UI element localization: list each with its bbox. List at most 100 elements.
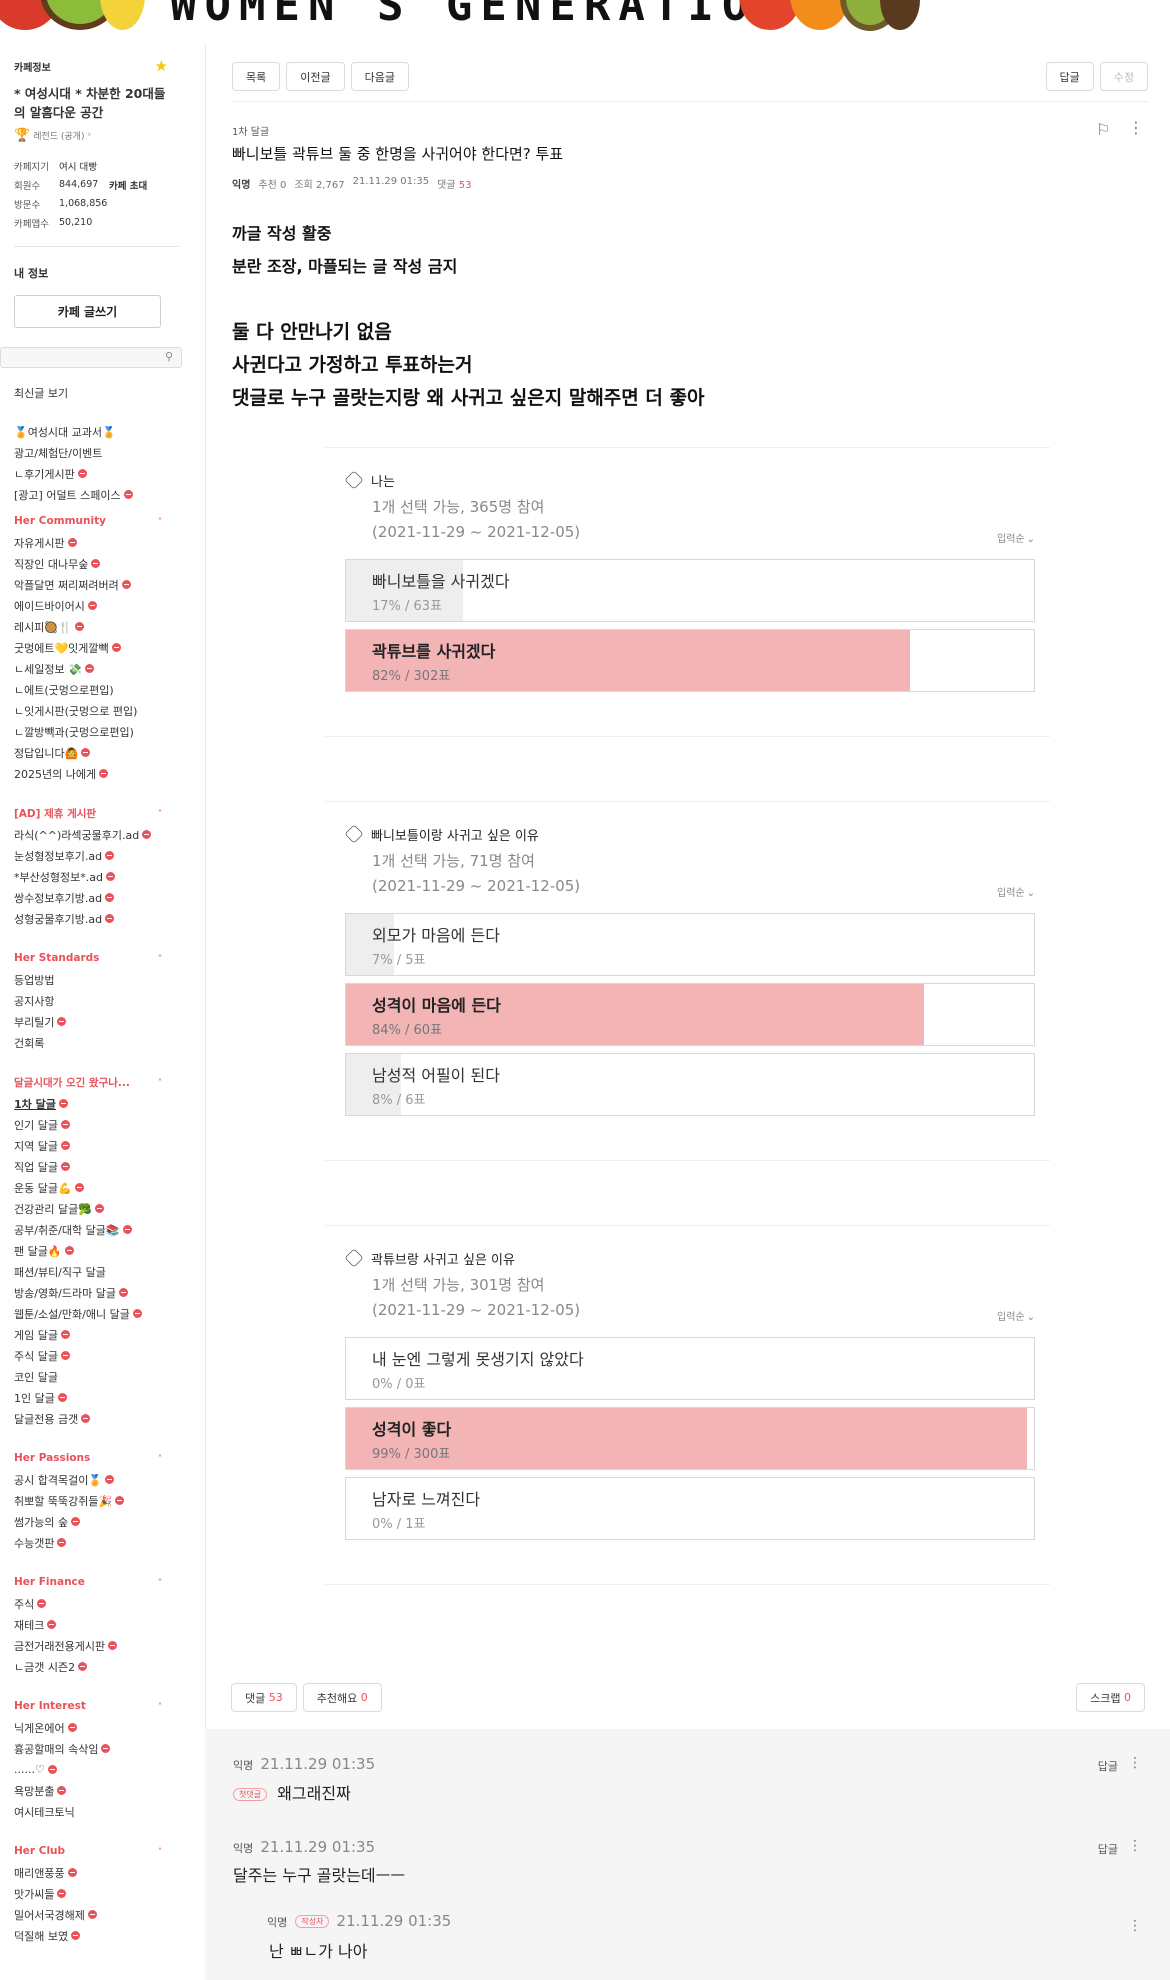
- sidebar-board-link[interactable]: 굿멍에트💛잇게깔빽: [14, 637, 192, 658]
- post-comment-count[interactable]: 댓글 53: [437, 176, 471, 191]
- sidebar-category-header[interactable]: Her Community ˄: [14, 510, 192, 532]
- reply-button[interactable]: 답글: [1045, 62, 1094, 91]
- sidebar-board-link[interactable]: 방송/영화/드라마 달글: [14, 1282, 192, 1303]
- sidebar-board-link[interactable]: 공시 합격목걸이🏅: [14, 1469, 192, 1490]
- cafe-stat-value[interactable]: 50,210: [59, 217, 109, 228]
- vote-option[interactable]: 남자로 느껴진다 0% / 1표: [345, 1477, 1035, 1540]
- cafe-grade[interactable]: 레전드 (공개): [33, 129, 84, 142]
- sidebar-board-link[interactable]: 성형궁물후기방.ad: [14, 908, 192, 929]
- sidebar-board-link[interactable]: 라식(^^)라섹궁물후기.ad: [14, 824, 192, 845]
- sidebar-board-link[interactable]: 건강관리 달글🥦: [14, 1198, 192, 1219]
- sidebar-board-link[interactable]: 쌍수정보후기방.ad: [14, 887, 192, 908]
- sidebar-category-header[interactable]: [AD] 제휴 게시판 ˄: [14, 802, 192, 824]
- more-options-icon[interactable]: ⋮: [1128, 1838, 1142, 1854]
- sidebar-board-link[interactable]: 지역 달글: [14, 1135, 192, 1156]
- collapse-caret-icon[interactable]: ˄: [158, 1454, 162, 1463]
- more-options-icon[interactable]: ⋮: [1128, 1918, 1142, 1934]
- post-board-name[interactable]: 1차 달글: [232, 123, 269, 138]
- cafe-stat-value[interactable]: 1,068,856: [59, 198, 109, 209]
- comment-author[interactable]: 익명: [233, 1842, 253, 1855]
- vote-option[interactable]: 성격이 마음에 든다 84% / 60표: [345, 983, 1035, 1046]
- sidebar-board-link[interactable]: 직장인 대나무숲: [14, 553, 192, 574]
- sidebar-board-link[interactable]: 웹툰/소설/만화/애니 달글: [14, 1303, 192, 1324]
- sidebar-board-link[interactable]: ㄴ후기게시판: [14, 463, 192, 484]
- sidebar-board-link[interactable]: 공부/취준/대학 달글📚: [14, 1219, 192, 1240]
- sidebar-board-link[interactable]: 부리틸기: [14, 1011, 192, 1032]
- vote-option[interactable]: 성격이 좋다 99% / 300표: [345, 1407, 1035, 1470]
- sidebar-board-link[interactable]: 등업방법: [14, 969, 192, 990]
- sidebar-board-link[interactable]: [광고] 어덜트 스페이스: [14, 484, 192, 505]
- sidebar-board-link[interactable]: 정답입니다🙆: [14, 742, 192, 763]
- sidebar-board-link[interactable]: 흉공할매의 속삭임: [14, 1738, 192, 1759]
- sidebar-board-link[interactable]: 악플달면 쩌리쩌려버려: [14, 574, 192, 595]
- scrap-button[interactable]: 스크랩 0: [1076, 1683, 1145, 1712]
- sidebar-category-header[interactable]: Her Interest ˄: [14, 1695, 192, 1717]
- sidebar-board-link[interactable]: 수능갯판: [14, 1532, 192, 1553]
- sidebar-board-link[interactable]: 운동 달글💪: [14, 1177, 192, 1198]
- collapse-caret-icon[interactable]: ˄: [158, 1578, 162, 1587]
- sidebar-board-link[interactable]: ......♡: [14, 1759, 192, 1780]
- sidebar-category-header[interactable]: 달글시대가 오긴 왔구나... ˄: [14, 1071, 192, 1093]
- vote-sort-dropdown[interactable]: 입력순 ⌄: [997, 884, 1035, 899]
- sidebar-board-link[interactable]: 에이드바이어시: [14, 595, 192, 616]
- list-button[interactable]: 목록: [232, 62, 281, 91]
- sidebar-board-link[interactable]: 밀어서국경해제: [14, 1904, 192, 1925]
- sidebar-board-link[interactable]: 주식 달글: [14, 1345, 192, 1366]
- edit-button[interactable]: 수정: [1099, 62, 1148, 91]
- cafe-write-button[interactable]: 카페 글쓰기: [14, 295, 161, 328]
- cafe-invite-link[interactable]: 카페 초대: [109, 178, 147, 192]
- my-info-label[interactable]: 내 정보: [14, 265, 192, 281]
- sidebar-board-link[interactable]: 취뽀할 뚝뚝강쥐들🎉: [14, 1490, 192, 1511]
- sidebar-board-link[interactable]: 매리앤풍풍: [14, 1862, 192, 1883]
- sidebar-search-input[interactable]: [1, 348, 151, 367]
- search-icon[interactable]: ⚲: [165, 350, 173, 363]
- sidebar-board-link[interactable]: 주식: [14, 1593, 192, 1614]
- sidebar-board-link[interactable]: 레시피🥘🍴: [14, 616, 192, 637]
- post-author[interactable]: 익명: [232, 176, 250, 191]
- collapse-caret-icon[interactable]: ˄: [158, 954, 162, 963]
- collapse-caret-icon[interactable]: ˄: [158, 517, 162, 526]
- sidebar-board-link[interactable]: 건회록: [14, 1032, 192, 1053]
- sidebar-board-link[interactable]: ㄴ세일정보 💸: [14, 658, 192, 679]
- recommend-button[interactable]: 추천해요 0: [302, 1683, 382, 1712]
- sidebar-board-link[interactable]: ㄴ금갯 시즌2: [14, 1656, 192, 1677]
- collapse-caret-icon[interactable]: ˄: [158, 1702, 162, 1711]
- sidebar-category-header[interactable]: Her Passions ˄: [14, 1447, 192, 1469]
- vote-sort-dropdown[interactable]: 입력순 ⌄: [997, 1308, 1035, 1323]
- sidebar-board-link[interactable]: 2025년의 나에게: [14, 763, 192, 784]
- sidebar-board-link[interactable]: 공지사항: [14, 990, 192, 1011]
- comment-reply-button[interactable]: 답글: [1098, 1841, 1118, 1857]
- vote-sort-dropdown[interactable]: 입력순 ⌄: [997, 530, 1035, 545]
- sidebar-board-link[interactable]: 금전거래전용게시판: [14, 1635, 192, 1656]
- next-post-button[interactable]: 다음글: [350, 62, 409, 91]
- sidebar-category-header[interactable]: Her Standards ˄: [14, 947, 192, 969]
- sidebar-board-link[interactable]: 썸가능의 숲: [14, 1511, 192, 1532]
- sidebar-board-link[interactable]: 게임 달글: [14, 1324, 192, 1345]
- sidebar-board-link[interactable]: ㄴ깔방빽과(굿멍으로편입): [14, 721, 192, 742]
- vote-option[interactable]: 곽튜브를 사귀겠다 82% / 302표: [345, 629, 1035, 692]
- comment-reply-button[interactable]: 답글: [1098, 1758, 1118, 1774]
- collapse-caret-icon[interactable]: ˄: [158, 1078, 162, 1087]
- comment-toggle-button[interactable]: 댓글 53: [231, 1683, 297, 1712]
- vote-option[interactable]: 남성적 어필이 된다 8% / 6표: [345, 1053, 1035, 1116]
- sidebar-board-link[interactable]: 눈성형정보후기.ad: [14, 845, 192, 866]
- sidebar-board-link[interactable]: 패션/뷰티/직구 달글: [14, 1261, 192, 1282]
- sidebar-board-link[interactable]: 자유게시판: [14, 532, 192, 553]
- sidebar-category-header[interactable]: Her Club ˄: [14, 1840, 192, 1862]
- sidebar-board-link[interactable]: 덕질해 보였: [14, 1925, 192, 1946]
- recent-posts-link[interactable]: 최신글 보기: [14, 385, 192, 401]
- sidebar-board-link[interactable]: 달글전용 금갯: [14, 1408, 192, 1429]
- sidebar-board-link[interactable]: 욕망분출: [14, 1780, 192, 1801]
- collapse-caret-icon[interactable]: ˄: [158, 1847, 162, 1856]
- sidebar-board-link[interactable]: *부산성형정보*.ad: [14, 866, 192, 887]
- sidebar-board-link[interactable]: 🏅여성시대 교과서🏅: [14, 421, 192, 442]
- sidebar-search[interactable]: ⚲: [0, 347, 182, 368]
- sidebar-board-link[interactable]: 1차 달글: [14, 1093, 192, 1114]
- cafe-stat-value[interactable]: 여시 대빵: [59, 159, 109, 173]
- sidebar-board-link[interactable]: 직업 달글: [14, 1156, 192, 1177]
- sidebar-board-link[interactable]: 코인 달글: [14, 1366, 192, 1387]
- sidebar-board-link[interactable]: 재테크: [14, 1614, 192, 1635]
- vote-option[interactable]: 외모가 마음에 든다 7% / 5표: [345, 913, 1035, 976]
- cafe-name[interactable]: * 여성시대 * 차분한 20대들의 알흠다운 공간: [14, 84, 174, 122]
- vote-option[interactable]: 빠니보틀을 사귀겠다 17% / 63표: [345, 559, 1035, 622]
